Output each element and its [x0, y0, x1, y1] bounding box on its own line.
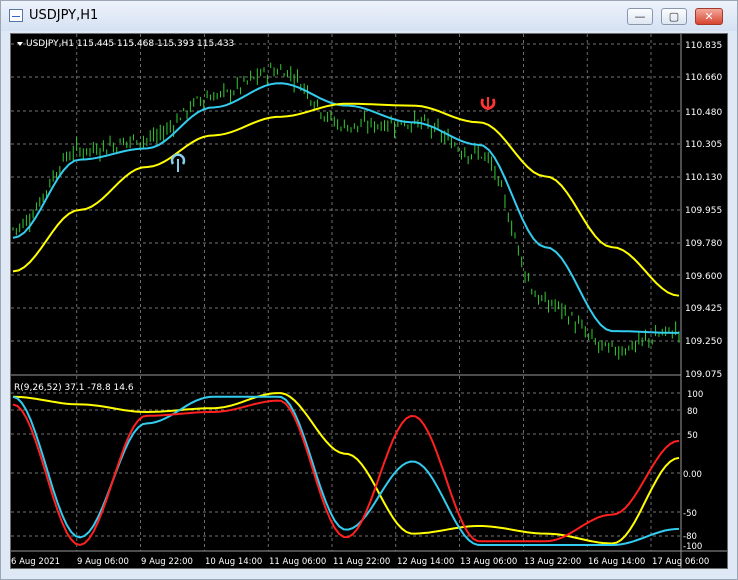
level-label: 0.00: [683, 470, 702, 480]
chart-background: [11, 34, 727, 568]
level-label: -50: [683, 509, 697, 519]
time-label: 12 Aug 14:00: [397, 557, 454, 567]
chart-area[interactable]: USDJPY,H1 115.445 115.468 115.393 115.43…: [10, 33, 728, 569]
title-bar[interactable]: USDJPY,H1 — ▢ ✕: [1, 1, 737, 31]
time-label: 13 Aug 22:00: [524, 557, 581, 567]
indicator-header: R(9,26,52) 37.1 -78.8 14.6: [14, 383, 134, 393]
price-label: 109.425: [685, 304, 722, 314]
price-label: 109.600: [685, 272, 722, 282]
close-button[interactable]: ✕: [695, 8, 723, 25]
level-label: 50: [687, 431, 698, 441]
price-label: 109.955: [685, 206, 722, 216]
restore-button[interactable]: ▢: [661, 8, 687, 25]
price-label: 110.660: [685, 73, 722, 83]
time-label: 17 Aug 06:00: [652, 557, 709, 567]
time-label: 6 Aug 2021: [11, 557, 60, 567]
window-title: USDJPY,H1: [29, 8, 99, 23]
terminal-window: USDJPY,H1 — ▢ ✕ USDJPY,H1 115.445 115.46…: [0, 0, 738, 580]
main-chart-header: USDJPY,H1 115.445 115.468 115.393 115.43…: [26, 39, 234, 49]
time-label: 11 Aug 06:00: [269, 557, 326, 567]
time-label: 9 Aug 22:00: [141, 557, 193, 567]
chart-svg[interactable]: USDJPY,H1 115.445 115.468 115.393 115.43…: [11, 34, 727, 568]
level-label: 100: [687, 390, 703, 400]
chart-window-icon: [9, 9, 23, 22]
time-scale: 6 Aug 2021 9 Aug 06:00 9 Aug 22:00 10 Au…: [11, 557, 709, 567]
level-label: -80: [683, 532, 697, 542]
price-label: 110.130: [685, 173, 722, 183]
price-label: 109.780: [685, 239, 722, 249]
time-label: 11 Aug 22:00: [333, 557, 390, 567]
time-label: 9 Aug 06:00: [77, 557, 129, 567]
price-label: 110.480: [685, 108, 722, 118]
level-label: -100: [683, 542, 702, 552]
time-label: 16 Aug 14:00: [588, 557, 645, 567]
time-label: 10 Aug 14:00: [205, 557, 262, 567]
price-label: 109.250: [685, 337, 722, 347]
price-label: 109.075: [685, 370, 722, 380]
price-label: 110.835: [685, 41, 722, 51]
minimize-button[interactable]: —: [627, 8, 653, 25]
level-label: 80: [687, 407, 698, 417]
price-label: 110.305: [685, 140, 722, 150]
time-label: 13 Aug 06:00: [460, 557, 517, 567]
